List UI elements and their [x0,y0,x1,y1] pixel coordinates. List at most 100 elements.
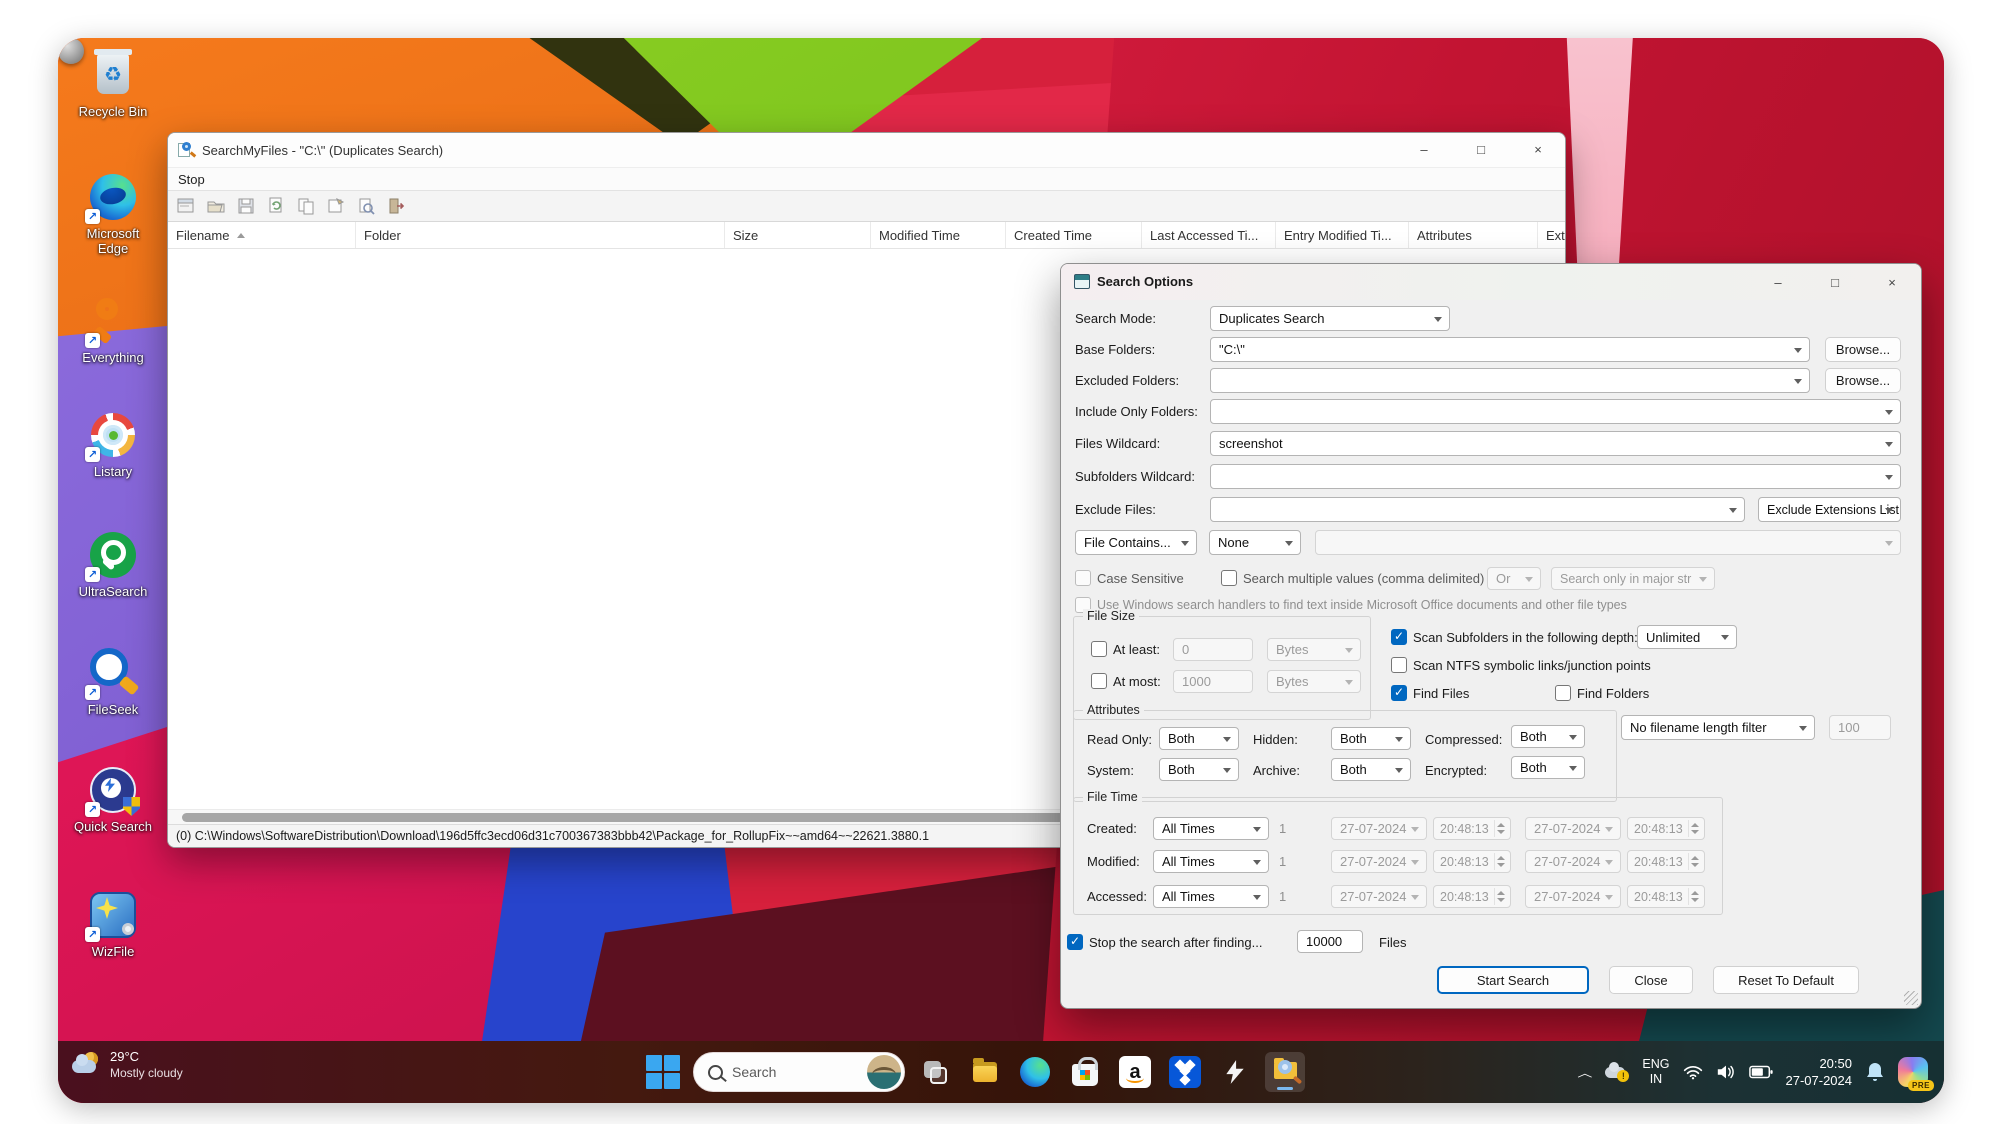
find-icon[interactable] [354,194,378,218]
hidden-select[interactable]: Both [1331,727,1411,750]
desktop-icon-listary[interactable]: ↗ Listary [58,410,168,479]
open-folder-icon[interactable] [204,194,228,218]
stop-after-checkbox[interactable] [1067,934,1083,950]
properties-icon[interactable] [324,194,348,218]
resize-grip[interactable] [1904,991,1918,1005]
compressed-select[interactable]: Both [1511,725,1585,748]
desktop-icon-wizfile[interactable]: ↗ WizFile [58,890,168,959]
multiple-values-checkbox[interactable] [1221,570,1237,586]
scan-subfolders-checkbox[interactable] [1391,629,1407,645]
powertoys-button[interactable] [1215,1052,1255,1092]
reset-to-default-button[interactable]: Reset To Default [1713,966,1859,994]
spinner-up-down-icon[interactable] [1688,888,1701,905]
at-least-checkbox[interactable] [1091,641,1107,657]
save-icon[interactable] [234,194,258,218]
scan-ntfs-checkbox[interactable] [1391,657,1407,673]
spinner-up-down-icon[interactable] [1688,820,1701,837]
files-wildcard-input[interactable]: screenshot [1210,431,1901,456]
clock[interactable]: 20:50 27-07-2024 [1786,1055,1853,1089]
menu-stop[interactable]: Stop [168,172,215,187]
modified-mode-select[interactable]: All Times [1153,850,1269,873]
column-last-accessed[interactable]: Last Accessed Ti... [1142,222,1276,248]
column-created-time[interactable]: Created Time [1006,222,1142,248]
spinner-up-down-icon[interactable] [1688,853,1701,870]
column-attributes[interactable]: Attributes [1409,222,1538,248]
weather-widget[interactable]: 29°C Mostly cloudy [72,1049,183,1081]
battery-icon[interactable] [1749,1064,1773,1080]
start-search-button[interactable]: Start Search [1437,966,1589,994]
spinner-up-down-icon[interactable] [1494,888,1507,905]
read-only-select[interactable]: Both [1159,727,1239,750]
desktop-icon-fileseek[interactable]: ↗ FileSeek [58,648,168,717]
file-contains-select[interactable]: File Contains... [1075,530,1197,555]
find-files-checkbox[interactable] [1391,685,1407,701]
amazon-button[interactable]: a [1115,1052,1155,1092]
dropbox-button[interactable] [1165,1052,1205,1092]
close-button[interactable]: × [1869,268,1915,296]
file-explorer-button[interactable] [965,1052,1005,1092]
browse-base-button[interactable]: Browse... [1825,337,1901,362]
stop-after-input[interactable]: 10000 [1297,930,1363,953]
notification-bell-icon[interactable] [1865,1061,1885,1083]
column-filename[interactable]: Filename [168,222,356,248]
title-bar[interactable]: SearchMyFiles - "C:\" (Duplicates Search… [168,133,1565,167]
chevron-down-icon [1799,726,1807,731]
find-folders-checkbox[interactable] [1555,685,1571,701]
encrypted-select[interactable]: Both [1511,756,1585,779]
close-button[interactable]: Close [1609,966,1693,994]
desktop-icon-microsoft-edge[interactable]: ↗ Microsoft Edge [58,172,168,256]
copy-icon[interactable] [294,194,318,218]
desktop-icon-everything[interactable]: ↗ Everything [58,296,168,365]
maximize-button[interactable]: □ [1812,268,1858,296]
desktop-icon-quick-search[interactable]: ↗ Quick Search [58,765,168,834]
browse-excluded-button[interactable]: Browse... [1825,368,1901,393]
start-button[interactable] [643,1052,683,1092]
volume-icon[interactable] [1716,1063,1736,1081]
subfolders-wildcard-input[interactable] [1210,464,1901,489]
cloud-alert-icon[interactable]: ! [1605,1064,1629,1080]
spinner-up-down-icon[interactable] [1494,853,1507,870]
accessed-mode-select[interactable]: All Times [1153,885,1269,908]
minimize-button[interactable]: – [1755,268,1801,296]
spinner-up-down-icon[interactable] [1494,820,1507,837]
close-button[interactable]: × [1515,135,1561,163]
exclude-extensions-select[interactable]: Exclude Extensions List [1758,497,1901,522]
column-entry-modified[interactable]: Entry Modified Ti... [1276,222,1409,248]
at-most-checkbox[interactable] [1091,673,1107,689]
searchmyfiles-taskbar-button[interactable] [1265,1052,1305,1092]
wifi-icon[interactable] [1683,1062,1703,1082]
exit-icon[interactable] [384,194,408,218]
search-options-icon[interactable] [174,194,198,218]
search-daily-image[interactable] [867,1055,901,1089]
dialog-title-bar[interactable]: Search Options – □ × [1061,264,1921,300]
filename-length-filter-select[interactable]: No filename length filter [1621,715,1815,740]
minimize-button[interactable]: – [1401,135,1447,163]
desktop-icon-ultrasearch[interactable]: ↗ UltraSearch [58,530,168,599]
column-modified-time[interactable]: Modified Time [871,222,1006,248]
desktop-icon-recycle-bin[interactable]: ♻ Recycle Bin [58,50,168,119]
edge-button[interactable] [1015,1052,1055,1092]
column-extension[interactable]: Exte [1538,222,1565,248]
microsoft-store-button[interactable] [1065,1052,1105,1092]
excluded-folders-input[interactable] [1210,368,1810,393]
language-indicator[interactable]: ENG IN [1642,1057,1669,1087]
archive-select[interactable]: Both [1331,758,1411,781]
task-view-button[interactable] [915,1052,955,1092]
exclude-files-input[interactable] [1210,497,1745,522]
contains-mode-select[interactable]: None [1209,530,1301,555]
search-mode-select[interactable]: Duplicates Search [1210,306,1450,331]
maximize-button[interactable]: □ [1458,135,1504,163]
hidden-label: Hidden: [1253,732,1298,747]
column-folder[interactable]: Folder [356,222,725,248]
case-sensitive-checkbox[interactable] [1075,570,1091,586]
refresh-icon[interactable] [264,194,288,218]
system-select[interactable]: Both [1159,758,1239,781]
column-size[interactable]: Size [725,222,871,248]
taskbar-search-box[interactable]: Search [693,1052,905,1092]
base-folders-input[interactable]: "C:\" [1210,337,1810,362]
copilot-icon[interactable]: PRE [1898,1057,1928,1087]
include-only-folders-input[interactable] [1210,399,1901,424]
chevron-up-icon[interactable]: ︿ [1577,1065,1592,1080]
depth-select[interactable]: Unlimited [1637,625,1737,649]
created-mode-select[interactable]: All Times [1153,817,1269,840]
